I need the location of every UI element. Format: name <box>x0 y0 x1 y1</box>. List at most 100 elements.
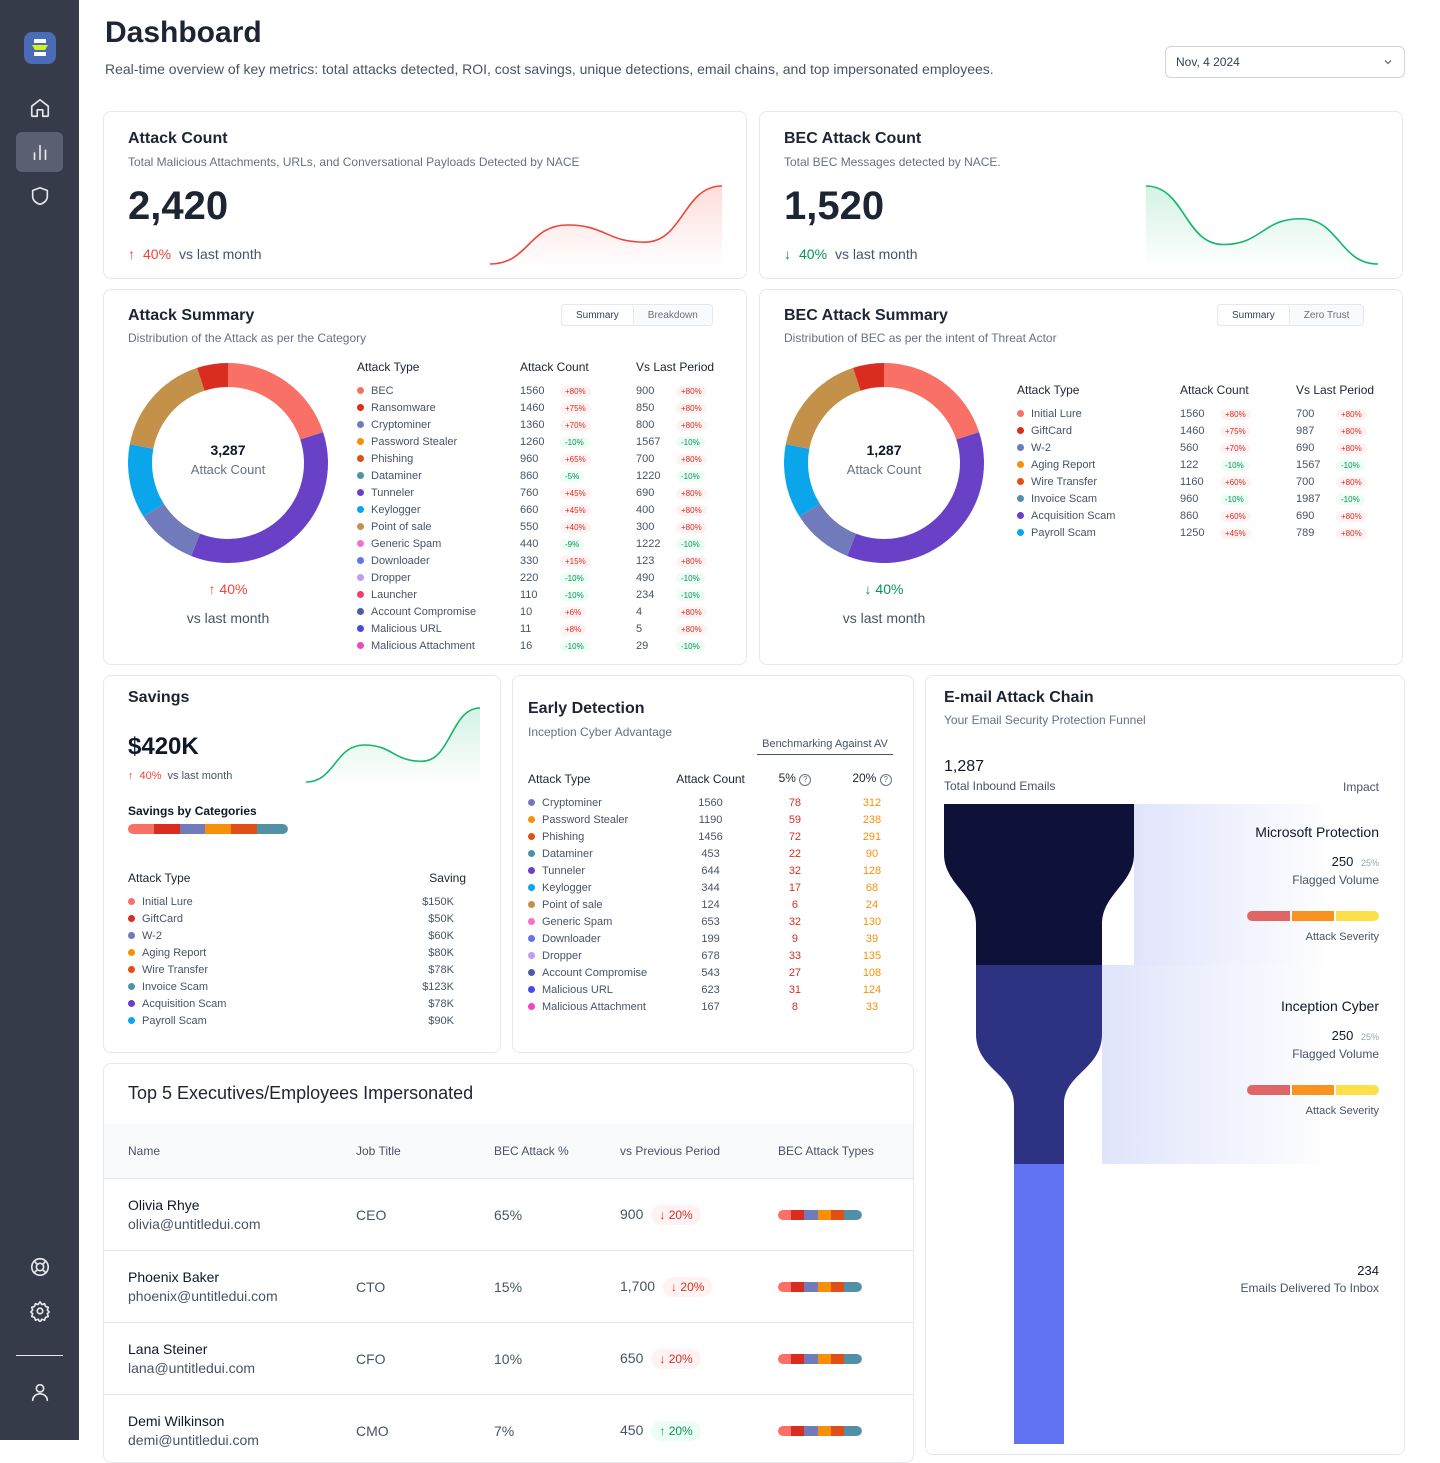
prev-value: 850 <box>636 401 655 414</box>
col-vs-last: Vs Last Period <box>636 360 715 374</box>
app-logo[interactable] <box>24 32 56 64</box>
attack-type-cell: Password Stealer <box>528 811 662 828</box>
legend-dot <box>1017 427 1024 435</box>
attack-type-name: Account Compromise <box>542 966 648 979</box>
table-row: Ransomware 1460 +75% 850 +80% <box>357 399 714 416</box>
legend-dot <box>1017 529 1024 537</box>
attack-summary-table: Attack Type Attack Count Vs Last Period … <box>357 360 714 654</box>
nav-profile[interactable] <box>16 1372 63 1412</box>
attack-count-cell: 550 +40% <box>520 518 636 535</box>
donut-slice[interactable] <box>884 363 980 440</box>
attack-type-cell: GiftCard <box>1017 422 1180 439</box>
attack-type-cell: Invoice Scam <box>1017 490 1180 507</box>
attack-type-name: Dataminer <box>542 847 593 860</box>
employee-name: Demi Wilkinson <box>128 1413 225 1429</box>
tab-breakdown[interactable]: Breakdown <box>634 305 712 325</box>
help-icon[interactable]: ? <box>879 774 892 786</box>
attack-type-name: W-2 <box>1031 441 1051 454</box>
change-badge: +80% <box>676 623 707 635</box>
nav-security[interactable] <box>16 176 63 216</box>
attack-type-name: Malicious URL <box>542 983 613 996</box>
funnel-stage-inception <box>976 965 1102 1164</box>
flagged-percent: 25% <box>1360 858 1379 868</box>
table-row: W-2 $60K <box>128 927 466 944</box>
change-badge: +80% <box>1220 408 1251 420</box>
nav-settings[interactable] <box>16 1291 63 1331</box>
donut-slice[interactable] <box>228 363 324 440</box>
twenty-percent-value: 128 <box>862 864 882 877</box>
attack-count-value: 623 <box>701 983 720 996</box>
prev-value: 800 <box>636 418 655 431</box>
card-subtitle: Total Malicious Attachments, URLs, and C… <box>128 155 580 169</box>
early-detection-table: Attack Type Attack Count 5% ? 20% ? Cryp… <box>528 771 913 1015</box>
attack-count-cell: 16 -10% <box>520 637 636 654</box>
table-row: Cryptominer 1560 78 312 <box>528 794 913 811</box>
attack-type-cell: Ransomware <box>357 399 520 416</box>
attack-count-value: 644 <box>701 864 720 877</box>
savings-sparkline <box>305 707 481 786</box>
donut-slice[interactable] <box>799 503 857 556</box>
saving-value: $123K <box>422 980 454 993</box>
attack-count-cell: 330 +15% <box>520 552 636 569</box>
job-title: CTO <box>356 1278 386 1295</box>
attack-type-cell: Initial Lure <box>1017 405 1180 422</box>
donut-slice[interactable] <box>129 367 205 449</box>
attack-type-name: Dataminer <box>371 469 422 482</box>
donut-slice[interactable] <box>143 503 201 556</box>
table-row[interactable]: Lana Steiner lana@untitledui.com CFO 10% … <box>104 1323 913 1395</box>
attack-type-cell: BEC <box>357 382 520 399</box>
five-percent-value: 27 <box>788 966 802 979</box>
change-badge: +75% <box>1220 425 1251 437</box>
attack-count-cell: 960 +65% <box>520 450 636 467</box>
tab-zero-trust[interactable]: Zero Trust <box>1290 305 1364 325</box>
donut-slice[interactable] <box>785 367 861 449</box>
attack-count-cell: 220 -10% <box>520 569 636 586</box>
executives-table: Name Job Title BEC Attack % vs Previous … <box>104 1124 913 1462</box>
attack-count-value: 344 <box>701 881 720 894</box>
attack-type-cell: Launcher <box>357 586 520 603</box>
attack-type-name: Wire Transfer <box>142 963 209 976</box>
donut-center: 3,287 Attack Count <box>168 442 288 477</box>
legend-dot <box>1017 495 1024 503</box>
tab-summary[interactable]: Summary <box>1218 305 1290 325</box>
tab-summary[interactable]: Summary <box>562 305 634 325</box>
change-badge: +45% <box>560 487 591 499</box>
nav-home[interactable] <box>16 88 63 128</box>
job-title: CFO <box>356 1350 386 1367</box>
legend-dot <box>528 918 535 926</box>
prev-value: 690 <box>1296 509 1315 522</box>
col-attack-count: Attack Count <box>676 771 745 786</box>
nav-support[interactable] <box>16 1247 63 1287</box>
attack-type-cell: Tunneler <box>528 862 662 879</box>
attack-type-cell: Malicious URL <box>357 620 520 637</box>
help-icon[interactable]: ? <box>799 774 812 786</box>
page-subtitle: Real-time overview of key metrics: total… <box>105 61 994 77</box>
attack-type-cell: Initial Lure <box>128 893 362 910</box>
vs-last-cell: 700 +80% <box>636 450 714 467</box>
delivered-value: 234 <box>1357 1263 1379 1278</box>
attack-type-name: Acquisition Scam <box>142 997 227 1010</box>
lifebuoy-icon <box>30 1257 49 1277</box>
attack-type-cell: Point of sale <box>357 518 520 535</box>
table-row[interactable]: Demi Wilkinson demi@untitledui.com CMO 7%… <box>104 1395 913 1462</box>
employee-email: demi@untitledui.com <box>128 1432 259 1448</box>
vs-last-cell: 5 +80% <box>636 620 714 637</box>
table-row[interactable]: Phoenix Baker phoenix@untitledui.com CTO … <box>104 1251 913 1323</box>
change-badge: +80% <box>560 385 591 397</box>
total-inbound-label: Total Inbound Emails <box>944 779 1056 793</box>
col-5-percent: 5% ? <box>759 771 831 794</box>
donut-slice[interactable] <box>784 444 820 517</box>
prev-value: 650 <box>620 1349 644 1366</box>
date-picker[interactable]: Nov, 4 2024 <box>1165 46 1405 78</box>
table-row: Dataminer 860 -5% 1220 -10% <box>357 467 714 484</box>
attack-type-cell: Wire Transfer <box>1017 473 1180 490</box>
prev-value: 1222 <box>636 537 661 550</box>
donut-slice[interactable] <box>128 444 164 517</box>
nav-analytics[interactable] <box>16 132 63 172</box>
attack-type-cell: Payroll Scam <box>1017 524 1180 541</box>
savings-stacked-bar <box>128 824 288 834</box>
attack-type-name: Downloader <box>371 554 430 567</box>
table-row[interactable]: Olivia Rhye olivia@untitledui.com CEO 65%… <box>104 1179 913 1251</box>
email-attack-chain-card: E-mail Attack Chain Your Email Security … <box>925 675 1405 1455</box>
legend-dot <box>357 557 364 565</box>
